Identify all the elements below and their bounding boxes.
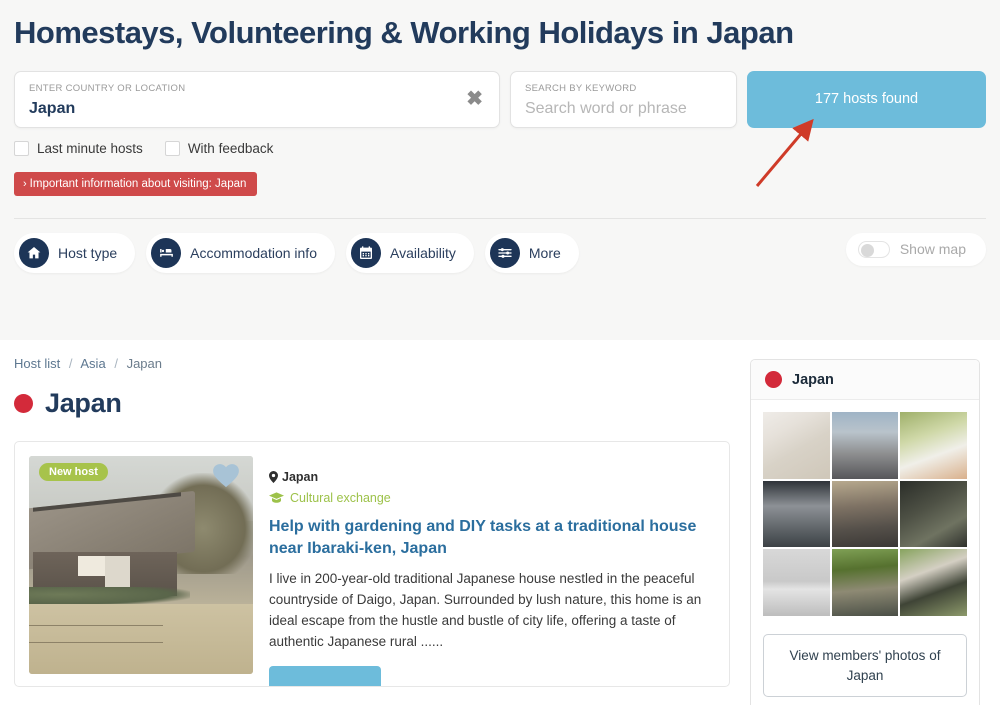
location-input-value[interactable]: Japan <box>29 100 485 118</box>
listing-tag: Cultural exchange <box>269 491 715 505</box>
page-body: Host list / Asia / Japan Japan New host <box>0 340 1000 705</box>
listing-tag-text: Cultural exchange <box>290 491 391 505</box>
page-root: Homestays, Volunteering & Working Holida… <box>0 0 1000 705</box>
filter-chip-label: Accommodation info <box>190 244 317 261</box>
listing-location: Japan <box>269 470 715 484</box>
location-input-field[interactable]: ENTER COUNTRY OR LOCATION Japan ✖ <box>14 70 500 128</box>
heart-icon[interactable] <box>211 461 241 493</box>
listing-description: I live in 200-year-old traditional Japan… <box>269 571 702 649</box>
filter-chip-host-type[interactable]: Host type <box>14 232 136 273</box>
breadcrumb-separator: / <box>114 356 118 371</box>
show-map-label: Show map <box>899 241 966 258</box>
calendar-icon <box>350 237 381 268</box>
member-photo-grid <box>751 400 979 628</box>
search-row: ENTER COUNTRY OR LOCATION Japan ✖ SEARCH… <box>0 53 1000 128</box>
filter-chip-availability[interactable]: Availability <box>345 232 474 273</box>
listing-info: Japan Cultural exchange Help with garden… <box>269 456 715 686</box>
listing-location-text: Japan <box>282 470 319 484</box>
location-input-label: ENTER COUNTRY OR LOCATION <box>29 82 186 94</box>
home-icon <box>19 237 49 268</box>
breadcrumb-item-host-list[interactable]: Host list <box>14 356 60 371</box>
panel-title: Japan <box>792 371 834 388</box>
listing-cta-button[interactable] <box>269 665 381 686</box>
filter-chip-label: Availability <box>389 244 456 261</box>
breadcrumb-separator: / <box>68 356 73 371</box>
checkbox-label: Last minute hosts <box>37 140 143 156</box>
bed-icon <box>151 237 182 268</box>
sliders-icon <box>489 237 520 268</box>
important-info-banner-text: Important information about visiting: Ja… <box>29 177 247 190</box>
listing-card[interactable]: New host Japan Cultural exchange Help wi… <box>14 441 730 687</box>
photo-thumbnail[interactable] <box>831 480 899 548</box>
listing-title[interactable]: Help with gardening and DIY tasks at a t… <box>269 516 715 559</box>
filter-chip-more[interactable]: More <box>484 232 579 273</box>
listing-photo-wrapper: New host <box>29 456 253 674</box>
map-pin-icon <box>269 471 278 483</box>
photo-thumbnail[interactable] <box>900 549 967 617</box>
checkbox-box[interactable] <box>14 140 29 156</box>
checkbox-last-minute-hosts[interactable]: Last minute hosts <box>14 140 143 156</box>
toggle-knob <box>860 243 874 257</box>
main-column: Host list / Asia / Japan Japan New host <box>14 356 730 705</box>
country-name: Japan <box>45 388 122 418</box>
filter-chip-accommodation-info[interactable]: Accommodation info <box>146 232 335 273</box>
breadcrumb-item-asia[interactable]: Asia <box>80 356 105 371</box>
panel-header: Japan <box>751 360 979 400</box>
breadcrumb: Host list / Asia / Japan <box>14 356 730 371</box>
japan-flag-icon <box>14 394 33 413</box>
keyword-input-label: SEARCH BY KEYWORD <box>524 82 637 94</box>
photo-thumbnail[interactable] <box>900 480 967 548</box>
filter-chip-row: Host type Accommodation info Availabilit… <box>0 219 1000 273</box>
filter-chip-label: Host type <box>58 244 118 261</box>
toggle-switch[interactable] <box>857 240 890 258</box>
breadcrumb-item-japan: Japan <box>126 356 162 371</box>
keyword-input-placeholder[interactable]: Search word or phrase <box>525 100 722 118</box>
checkbox-box[interactable] <box>164 140 180 156</box>
photo-thumbnail[interactable] <box>831 412 899 479</box>
chevron-right-icon: › <box>23 177 27 190</box>
sidebar-column: Japan View members' photos of Japan <box>750 356 980 705</box>
checkbox-label: With feedback <box>187 140 274 156</box>
country-photos-panel: Japan View members' photos of Japan <box>750 359 980 705</box>
photo-thumbnail[interactable] <box>763 412 830 479</box>
checkbox-with-feedback[interactable]: With feedback <box>164 140 274 156</box>
photo-thumbnail[interactable] <box>900 412 967 479</box>
results-count-button[interactable]: 177 hosts found <box>747 70 986 128</box>
photo-thumbnail[interactable] <box>763 549 830 617</box>
keyword-input-field[interactable]: SEARCH BY KEYWORD Search word or phrase <box>509 70 738 128</box>
new-host-badge: New host <box>39 463 108 481</box>
checkbox-row: Last minute hosts With feedback <box>0 128 1000 156</box>
page-title: Homestays, Volunteering & Working Holida… <box>14 15 794 50</box>
show-map-toggle[interactable]: Show map <box>845 232 986 266</box>
country-heading: Japan <box>14 388 730 419</box>
photo-thumbnail[interactable] <box>831 549 899 617</box>
photo-thumbnail[interactable] <box>763 480 830 548</box>
close-x-icon[interactable]: ✖ <box>466 89 483 109</box>
view-members-photos-button[interactable]: View members' photos of Japan <box>763 634 967 698</box>
graduation-cap-icon <box>269 492 284 503</box>
search-header-section: Homestays, Volunteering & Working Holida… <box>0 0 1000 340</box>
important-info-banner[interactable]: › Important information about visiting: J… <box>14 171 258 196</box>
filter-chip-label: More <box>528 244 561 261</box>
japan-flag-icon <box>765 371 782 388</box>
